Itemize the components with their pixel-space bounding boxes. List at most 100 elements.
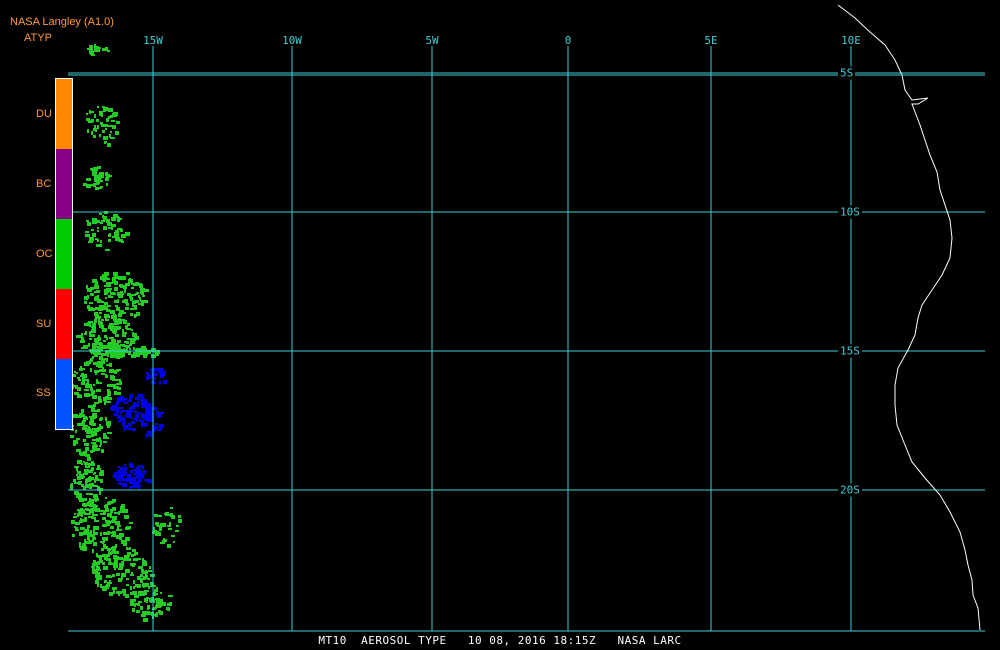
ss-pixel [141,475,143,477]
oc-pixel [84,301,87,304]
oc-pixel [110,288,112,290]
oc-pixel [126,272,130,275]
oc-pixel [118,276,123,280]
oc-pixel [80,340,85,343]
oc-pixel [131,287,134,289]
oc-pixel [89,498,91,501]
oc-pixel [87,305,90,309]
legend-swatch-oc [56,219,72,289]
ss-pixel [118,475,123,479]
ss-pixel [125,415,127,417]
oc-pixel [113,566,118,568]
oc-pixel [94,312,98,316]
oc-pixel [80,475,83,478]
oc-pixel [94,219,97,221]
ss-pixel [156,411,159,415]
oc-pixel [168,528,172,530]
oc-pixel [84,539,86,542]
oc-pixel [167,609,170,611]
ss-pixel [123,472,127,475]
oc-pixel [87,222,91,226]
oc-pixel [104,546,108,549]
oc-pixel [128,351,131,355]
oc-pixel [93,494,98,498]
oc-pixel [106,107,108,111]
oc-pixel [74,371,76,373]
oc-pixel [143,584,145,588]
ss-pixel [126,427,129,429]
oc-pixel [178,515,181,518]
oc-pixel [95,285,99,289]
oc-pixel [129,522,133,524]
oc-pixel [102,278,105,281]
oc-pixel [79,542,81,546]
oc-pixel [100,584,102,588]
ss-pixel [123,483,127,486]
oc-pixel [121,576,123,580]
ss-pixel [132,428,136,431]
oc-pixel [97,465,100,469]
oc-pixel [168,595,173,597]
oc-pixel [117,354,122,357]
lon-label-10e: 10E [841,34,861,47]
ss-pixel [141,423,143,427]
oc-pixel [114,346,118,349]
oc-pixel [130,563,134,566]
oc-pixel [108,108,113,112]
oc-pixel [132,549,136,552]
oc-pixel [124,312,126,314]
oc-pixel [104,141,106,144]
oc-pixel [95,296,97,299]
oc-pixel [137,283,142,285]
oc-pixel [99,382,102,384]
oc-pixel [91,408,95,412]
oc-pixel [104,505,108,508]
oc-pixel [124,341,129,343]
oc-pixel [81,347,84,349]
oc-pixel [95,505,98,507]
oc-pixel [93,362,97,365]
oc-pixel [87,527,89,531]
oc-pixel [101,220,105,222]
oc-pixel [129,547,131,550]
ss-pixel [129,463,133,467]
oc-pixel [85,448,89,451]
oc-pixel [105,437,109,439]
oc-pixel [138,601,142,603]
oc-pixel [87,129,89,133]
oc-pixel [109,337,114,339]
oc-pixel [101,301,104,303]
oc-pixel [106,219,110,223]
oc-pixel [86,386,88,388]
oc-pixel [159,527,162,531]
oc-pixel [116,529,119,531]
ss-pixel [147,403,151,405]
oc-pixel [94,319,97,323]
oc-pixel [75,522,80,525]
oc-pixel [83,549,87,551]
ss-pixel [141,415,145,417]
oc-pixel [101,373,105,375]
oc-pixel [128,553,130,557]
ss-pixel [135,397,140,400]
oc-pixel [140,579,143,583]
oc-pixel [91,229,94,231]
oc-pixel [103,226,107,230]
oc-pixel [99,172,104,176]
oc-pixel [92,233,96,237]
oc-pixel [106,282,111,286]
oc-pixel [98,428,101,431]
oc-pixel [130,308,134,310]
ss-pixel [119,470,121,473]
ss-pixel [144,479,148,481]
oc-pixel [123,320,127,324]
ss-pixel [121,410,125,412]
oc-pixel [156,612,158,614]
oc-pixel [134,595,139,598]
legend-label-bc: BC [36,178,52,190]
oc-pixel [99,113,103,116]
oc-pixel [99,369,104,372]
oc-pixel [156,602,160,606]
oc-pixel [163,603,166,605]
oc-pixel [84,296,88,300]
